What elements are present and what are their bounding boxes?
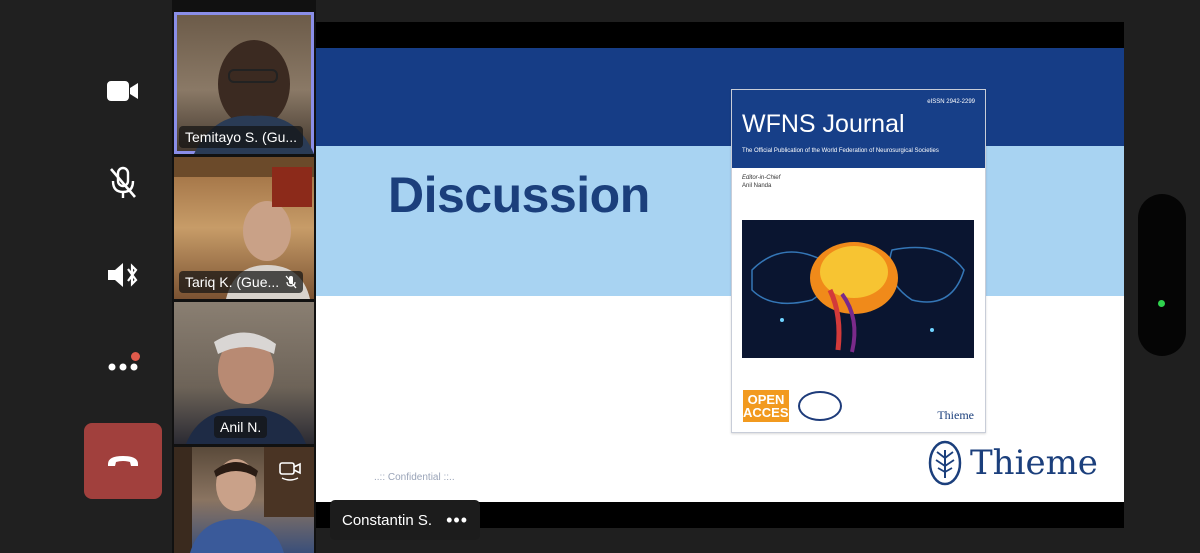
participant-tile[interactable] <box>174 447 314 553</box>
phone-hangup-icon <box>108 456 138 466</box>
thieme-logo: Thieme <box>928 440 1098 486</box>
participant-name-label: Temitayo S. (Gu... <box>185 129 298 145</box>
mute-button[interactable] <box>84 144 162 222</box>
participant-name-label: Tariq K. (Gue... <box>185 274 280 290</box>
speaker-button[interactable] <box>84 236 162 314</box>
open-access-badge: OPEN ACCESS <box>743 390 798 422</box>
end-call-button[interactable] <box>84 423 162 499</box>
microphone-muted-icon <box>285 275 297 289</box>
video-camera-icon <box>107 81 138 101</box>
participant-strip: Temitayo S. (Gu... Tariq K. (Gue... Anil… <box>172 0 316 553</box>
thieme-tree-icon <box>928 440 962 486</box>
confidential-label: ..:: Confidential ::.. <box>374 472 455 483</box>
slide-header-band <box>316 48 1124 146</box>
participant-name-label: Anil N. <box>220 419 262 435</box>
speaker-bluetooth-icon <box>108 263 138 287</box>
wfns-seal-logo <box>798 391 842 421</box>
presentation-slide: Discussion ..:: Confidential ::.. eISSN … <box>316 48 1124 502</box>
journal-cover: eISSN 2942-2299 WFNS Journal The Officia… <box>731 89 986 433</box>
participant-name: Anil N. <box>214 416 268 438</box>
slide-title: Discussion <box>388 167 650 223</box>
camera-indicator-dot <box>1158 300 1165 307</box>
brain-illustration <box>742 220 974 358</box>
cover-brand: Thieme <box>937 408 974 422</box>
cover-subtitle: The Official Publication of the World Fe… <box>742 148 939 154</box>
switch-camera-icon[interactable] <box>278 459 302 481</box>
thieme-wordmark: Thieme <box>970 443 1098 483</box>
cover-editor-name: Anil Nanda <box>742 183 772 189</box>
presenter-more-icon[interactable]: ••• <box>446 510 468 531</box>
notification-badge <box>131 352 140 361</box>
cover-title: WFNS Journal <box>742 110 905 138</box>
participant-tile[interactable]: Temitayo S. (Gu... <box>174 12 314 154</box>
microphone-muted-icon <box>110 166 136 198</box>
presenter-name: Constantin S. <box>342 511 433 529</box>
participant-name: Tariq K. (Gue... <box>179 271 304 293</box>
participant-name: Temitayo S. (Gu... <box>179 126 304 148</box>
ellipsis-icon <box>108 363 138 371</box>
cover-editor-label: Editor-in-Chief <box>742 175 781 181</box>
camera-button[interactable] <box>84 52 162 130</box>
shared-screen: Discussion ..:: Confidential ::.. eISSN … <box>316 22 1124 528</box>
more-options-button[interactable] <box>84 328 162 406</box>
open-access-line2: ACCESS <box>743 405 798 420</box>
side-handle[interactable] <box>1138 194 1186 356</box>
presenter-label[interactable]: Constantin S. ••• <box>330 500 480 540</box>
participant-tile[interactable]: Tariq K. (Gue... <box>174 157 314 299</box>
participant-tile[interactable]: Anil N. <box>174 302 314 444</box>
cover-issn: eISSN 2942-2299 <box>927 99 975 105</box>
call-controls <box>0 0 172 553</box>
